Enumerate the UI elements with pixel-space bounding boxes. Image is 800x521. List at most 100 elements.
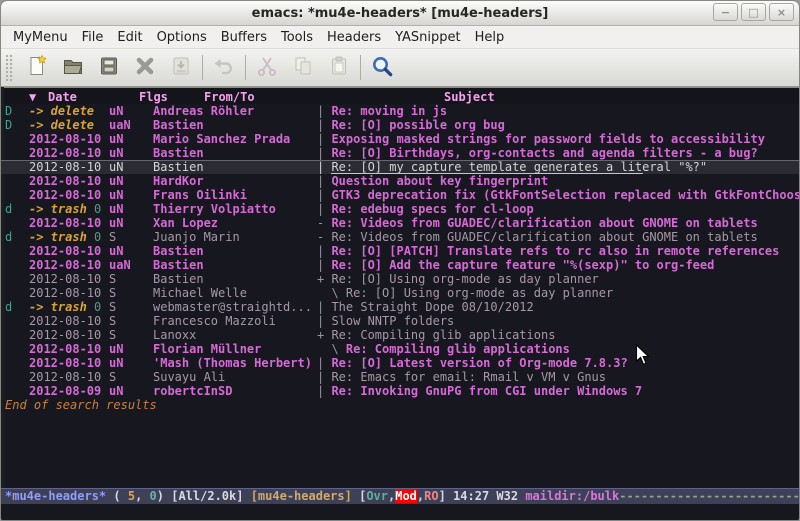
message-row[interactable]: 2012-08-10uNBastien| Re: [O] Birthdays, … [1,146,799,160]
date-cell: 2012-08-10 [29,146,109,160]
menu-tools[interactable]: Tools [274,30,320,45]
mark-cell [5,342,29,356]
open-folder-icon [61,54,85,82]
thread-connector: | [317,146,331,160]
mark-cell [5,161,29,174]
modeline-text: ) [157,489,171,503]
from-cell: Bastien [153,244,317,258]
message-row[interactable]: D-> deleteuNAndreas Röhler| Re: moving i… [1,104,799,118]
message-row[interactable]: 2012-08-10SFrancesco Mazzoli| Slow NNTP … [1,314,799,328]
flags-cell: uN [109,244,153,258]
message-row[interactable]: d-> trash 0SJuanjo Marin- Re: Videos fro… [1,230,799,244]
subject-cell: Re: Invoking GnuPG from CGI under Window… [331,384,799,398]
flags-cell: S [109,286,153,300]
search-button[interactable] [364,53,400,83]
mark-cell [5,216,29,230]
message-row[interactable]: 2012-08-10uNXan Lopez- Re: Videos from G… [1,216,799,230]
message-row[interactable]: 2012-08-10uNFrans Oilinki| GTK3 deprecat… [1,188,799,202]
minimize-button[interactable]: − [713,3,738,21]
close-button[interactable]: × [769,3,794,21]
mark-action-label: -> delete [29,118,94,132]
action-cell: -> delete [29,118,109,132]
menu-help[interactable]: Help [468,30,512,45]
subject-cell: Re: Emacs for email: Rmail v VM v Gnus [331,370,799,384]
message-row[interactable]: 2012-08-09uNrobertcInSD| Re: Invoking Gn… [1,384,799,398]
message-row[interactable]: d-> trash 0uNThierry Volpiatto| Re: edeb… [1,202,799,216]
menu-headers[interactable]: Headers [320,30,388,45]
message-row[interactable]: 2012-08-10uNBastien| Re: [O] [PATCH] Tra… [1,244,799,258]
thread-connector: | [317,104,331,118]
menu-buffers[interactable]: Buffers [214,30,274,45]
thread-connector: | [317,202,331,216]
new-file-icon [25,54,49,82]
thread-connector: | [317,356,331,370]
from-cell: Bastien [153,161,317,174]
flags-cell: uN [109,174,153,188]
close-buffer-button[interactable] [127,53,163,83]
message-row[interactable]: d-> trash 0Swebmaster@straightd...| The … [1,300,799,314]
mark-target: 0 [87,300,101,314]
flags-cell: S [109,272,153,286]
subject-cell: Slow NNTP folders [331,314,799,328]
message-row[interactable]: D-> deleteuaNBastien| Re: [O] possible o… [1,118,799,132]
from-cell: Mario Sanchez Prada [153,132,317,146]
thread-connector: - [317,230,331,244]
thread-connector: | [317,258,331,272]
message-row[interactable]: 2012-08-10uNMario Sanchez Prada| Exposin… [1,132,799,146]
end-of-search-results: End of search results [1,398,799,412]
date-cell: 2012-08-10 [29,161,109,174]
date-cell: 2012-08-10 [29,132,109,146]
mark-cell: d [5,230,29,244]
message-row[interactable]: 2012-08-10SBastien+ Re: [O] Using org-mo… [1,272,799,286]
subject-cell: Re: [O] Add the capture feature "%(sexp)… [331,258,799,272]
echo-area[interactable] [1,504,799,520]
message-row[interactable]: 2012-08-10uNFlorian Müllner \ Re: Compil… [1,342,799,356]
from-cell: Francesco Mazzoli [153,314,317,328]
window-title: emacs: *mu4e-headers* [mu4e-headers] [252,6,549,21]
date-cell: 2012-08-10 [29,314,109,328]
sort-descending-icon[interactable]: ▼ [29,89,36,105]
modeline-readonly-flag: RO [424,489,438,503]
action-cell: -> trash 0 [29,230,109,244]
menu-edit[interactable]: Edit [110,30,149,45]
column-subject[interactable]: Subject [444,89,495,105]
column-date[interactable]: Date [48,89,77,105]
message-row[interactable]: 2012-08-10SMichael Welle \ Re: [O] Using… [1,286,799,300]
maximize-button[interactable]: □ [741,3,766,21]
menu-yasnippet[interactable]: YASnippet [388,30,468,45]
message-row[interactable]: 2012-08-10uaNBastien| Re: [O] Add the ca… [1,258,799,272]
from-cell: Xan Lopez [153,216,317,230]
subject-cell: Re: [O] Birthdays, org-contacts and agen… [331,146,799,160]
menu-mymenu[interactable]: MyMenu [6,30,75,45]
mark-cell [5,258,29,272]
thread-connector: | [317,174,331,188]
date-cell: 2012-08-10 [29,216,109,230]
thread-connector: | [317,314,331,328]
message-row[interactable]: 2012-08-10uNBastien| Re: [O] my capture … [1,160,799,174]
toolbar-separator [202,55,203,80]
message-row[interactable]: 2012-08-10uNHardKor| Question about key … [1,174,799,188]
column-flags[interactable]: Flgs [139,89,168,105]
menu-options[interactable]: Options [150,30,214,45]
mode-line: *mu4e-headers* ( 5, 0) [All/2.0k] [mu4e-… [1,488,799,504]
flags-cell: uN [109,342,153,356]
title-bar[interactable]: emacs: *mu4e-headers* [mu4e-headers] − □… [1,1,799,26]
new-file-button[interactable] [19,53,55,83]
message-row[interactable]: 2012-08-10uN'Mash (Thomas Herbert)| Re: … [1,356,799,370]
mark-cell [5,188,29,202]
toolbar-separator [245,55,246,80]
modeline-column-number: 0 [150,489,157,503]
open-button[interactable] [55,53,91,83]
subject-cell: Re: Videos from GUADEC/clarification abo… [331,216,799,230]
message-row[interactable]: 2012-08-10SLanoxx+ Re: Compiling glib ap… [1,328,799,342]
modeline-buffer-name: *mu4e-headers* [5,489,106,503]
flags-cell: uN [109,146,153,160]
save-button[interactable] [91,53,127,83]
column-from[interactable]: From/To [204,89,255,105]
thread-connector: | [317,161,331,174]
message-row[interactable]: 2012-08-10SSuvayu Ali| Re: Emacs for ema… [1,370,799,384]
toolbar-grip-handle[interactable] [5,54,14,82]
from-cell: Michael Welle [153,286,317,300]
thread-connector: | [317,118,331,132]
menu-file[interactable]: File [75,30,111,45]
